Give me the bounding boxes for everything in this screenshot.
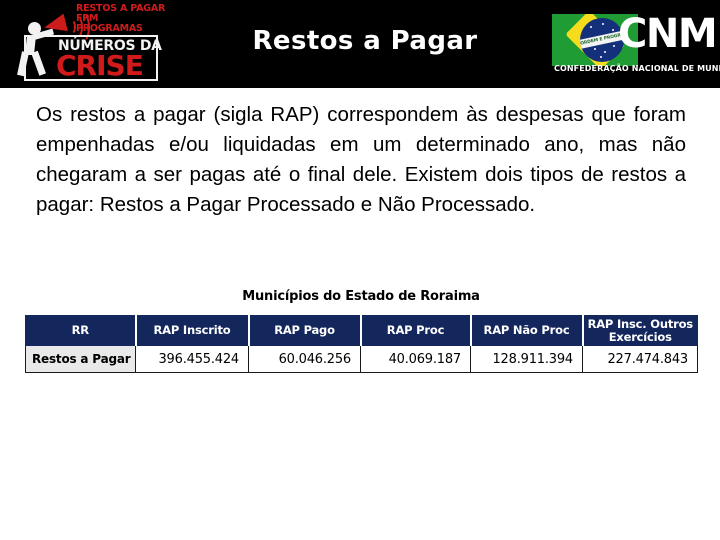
body-paragraph: Os restos a pagar (sigla RAP) correspond… [36,103,686,216]
logo-word-main: CRISE [56,49,144,82]
column-header-rap-nao-proc: RAP Não Proc [469,315,584,346]
flag-star [612,29,614,31]
table-header: RR RAP Inscrito RAP Pago RAP Proc RAP Nã… [25,315,698,346]
cell-rap-proc: 40.069.187 [360,345,471,373]
flag-star [613,45,615,47]
cnm-acronym: CNM [618,11,718,57]
column-header-rap-proc: RAP Proc [359,315,472,346]
table-caption: Municípios do Estado de Roraima [242,289,480,304]
cell-rap-nao-proc: 128.911.394 [470,345,583,373]
cell-rap-inscrito: 396.455.424 [135,345,249,373]
flag-star [602,23,604,25]
table-row: Restos a Pagar 396.455.424 60.046.256 40… [25,345,698,373]
flag-star [590,26,592,28]
table-body: Restos a Pagar 396.455.424 60.046.256 40… [25,345,698,373]
cnm-subtitle: CONFEDERAÇÃO NACIONAL DE MUNICÍPIOS [554,64,720,73]
numeros-da-crise-logo: RESTOS A PAGAR FPM PROGRAMAS NÚMEROS DA … [12,2,165,82]
page-title: Restos a Pagar [252,26,478,56]
flag-star [594,48,596,50]
column-header-rap-insc-outros: RAP Insc. Outros Exercícios [581,315,698,346]
rap-data-table: RR RAP Inscrito RAP Pago RAP Proc RAP Nã… [25,315,698,373]
flag-star [604,51,606,53]
row-label-restos-a-pagar: Restos a Pagar [25,345,136,373]
column-header-rap-pago: RAP Pago [247,315,362,346]
flag-star [600,56,602,58]
table-header-row: RR RAP Inscrito RAP Pago RAP Proc RAP Nã… [25,315,698,346]
column-header-rap-inscrito: RAP Inscrito [134,315,250,346]
cnm-logo: ORDEM E PROGRESSO CNM CONFEDERAÇÃO NACIO… [552,6,720,82]
cell-rap-pago: 60.046.256 [248,345,361,373]
column-header-rr: RR [25,315,137,346]
cell-rap-insc-outros: 227.474.843 [582,345,698,373]
